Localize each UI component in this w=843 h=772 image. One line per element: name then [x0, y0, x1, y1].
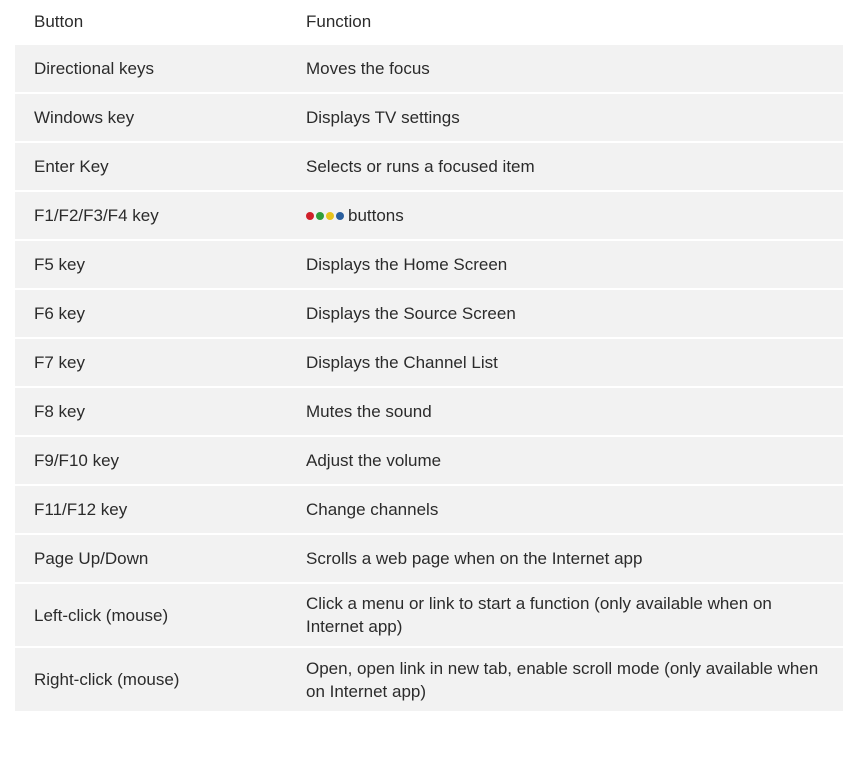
row-function-text: buttons: [348, 206, 404, 225]
row-function: Change channels: [306, 500, 439, 519]
red-dot-icon: [306, 211, 314, 220]
table-row: F1/F2/F3/F4 key buttons: [15, 192, 843, 241]
row-button: Directional keys: [34, 59, 154, 78]
row-function: Displays TV settings: [306, 108, 460, 127]
table-row: Right-click (mouse) Open, open link in n…: [15, 648, 843, 711]
row-function: Selects or runs a focused item: [306, 157, 535, 176]
row-function: Click a menu or link to start a function…: [306, 594, 772, 636]
table-row: F11/F12 key Change channels: [15, 486, 843, 535]
row-function: buttons: [306, 204, 843, 227]
table-row: Left-click (mouse) Click a menu or link …: [15, 584, 843, 648]
table-row: Enter Key Selects or runs a focused item: [15, 143, 843, 192]
row-button: F7 key: [34, 353, 86, 372]
color-buttons-icon: [306, 211, 344, 220]
blue-dot-icon: [336, 211, 344, 220]
table-row: F6 key Displays the Source Screen: [15, 290, 843, 339]
table-row: F9/F10 key Adjust the volume: [15, 437, 843, 486]
row-function: Adjust the volume: [306, 451, 442, 470]
row-button: Enter Key: [34, 157, 109, 176]
table-header: Button Function: [15, 0, 843, 43]
row-button: F9/F10 key: [34, 451, 120, 470]
row-button: F1/F2/F3/F4 key: [34, 206, 159, 225]
row-function: Scrolls a web page when on the Internet …: [306, 549, 643, 568]
row-button: F6 key: [34, 304, 86, 323]
row-function: Open, open link in new tab, enable scrol…: [306, 658, 819, 701]
row-button: Left-click (mouse): [34, 605, 169, 625]
yellow-dot-icon: [326, 211, 334, 220]
table-row: Page Up/Down Scrolls a web page when on …: [15, 535, 843, 584]
row-function: Displays the Home Screen: [306, 255, 508, 274]
row-function: Displays the Source Screen: [306, 304, 516, 323]
table-row: F7 key Displays the Channel List: [15, 339, 843, 388]
row-button: Page Up/Down: [34, 549, 149, 568]
table-row: F8 key Mutes the sound: [15, 388, 843, 437]
row-function: Moves the focus: [306, 59, 430, 78]
table-row: F5 key Displays the Home Screen: [15, 241, 843, 290]
header-button: Button: [34, 12, 84, 31]
row-button: Right-click (mouse): [34, 670, 180, 689]
row-button: F8 key: [34, 402, 86, 421]
key-function-table: Button Function Directional keys Moves t…: [15, 0, 843, 711]
table-row: Directional keys Moves the focus: [15, 45, 843, 94]
header-function: Function: [306, 12, 372, 31]
green-dot-icon: [316, 211, 324, 220]
row-button: F11/F12 key: [34, 500, 128, 519]
table-row: Windows key Displays TV settings: [15, 94, 843, 143]
row-function: Mutes the sound: [306, 402, 432, 421]
row-button: F5 key: [34, 255, 86, 274]
row-button: Windows key: [34, 108, 135, 127]
row-function: Displays the Channel List: [306, 353, 498, 372]
